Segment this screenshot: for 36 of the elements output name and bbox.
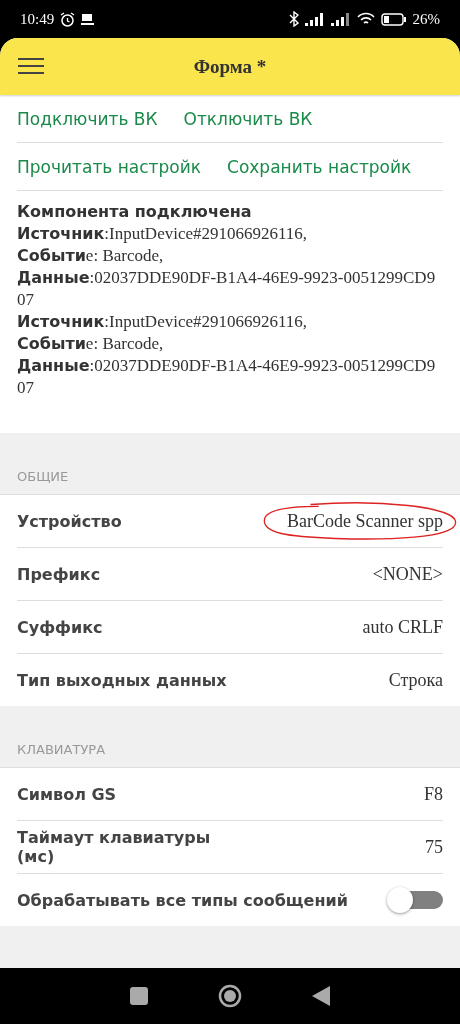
- battery-percent: 26%: [412, 10, 440, 28]
- back-icon[interactable]: [312, 986, 330, 1006]
- setting-label: Тип выходных данных: [17, 669, 227, 692]
- setting-label: Устройство: [17, 510, 122, 533]
- log-line: Компонента подключена: [17, 201, 253, 223]
- action-link[interactable]: Подключить ВК: [17, 108, 158, 129]
- setting-value[interactable]: BarCode Scanner spp: [287, 510, 443, 532]
- setting-value[interactable]: 75: [425, 836, 443, 858]
- action-link[interactable]: Сохранить настройк: [227, 156, 412, 177]
- setting-label: Обрабатывать все типы сообщений: [17, 889, 348, 912]
- bluetooth-icon: [288, 11, 299, 27]
- setting-value[interactable]: Строка: [388, 669, 443, 691]
- log-line: Источник:InputDevice#291066926116,: [17, 311, 309, 333]
- setting-value[interactable]: <NONE>: [372, 563, 443, 585]
- setting-label: Суффикс: [17, 616, 103, 639]
- setting-value[interactable]: F8: [424, 783, 443, 805]
- log-line: Источник:InputDevice#291066926116,: [17, 223, 309, 245]
- signal-icon: [330, 12, 351, 26]
- setting-label: Таймаут клавиатуры (мс): [17, 827, 212, 868]
- setting-value[interactable]: auto CRLF: [362, 616, 443, 638]
- clock-time: 10:49: [20, 10, 55, 28]
- log-line: Событиe: Barcode,: [17, 245, 165, 267]
- screen-title: Форма *: [192, 55, 268, 78]
- action-link[interactable]: Отключить ВК: [183, 108, 313, 129]
- signal-icon: [304, 12, 325, 26]
- setting-label: Символ GS: [17, 783, 117, 806]
- alarm-icon: [60, 11, 76, 27]
- home-icon[interactable]: [218, 984, 242, 1008]
- wifi-icon: [356, 12, 375, 26]
- log-line: Данные:02037DDE90DF-B1A4-46E9-9923-0051299CD907: [17, 267, 437, 311]
- setting-label: Префикс: [17, 563, 101, 586]
- battery-icon: [380, 12, 407, 26]
- log-line: Событиe: Barcode,: [17, 333, 165, 355]
- action-link[interactable]: Прочитать настройк: [17, 156, 201, 177]
- toggle-switch[interactable]: [387, 887, 443, 913]
- log-line: Данные:02037DDE90DF-B1A4-46E9-9923-0051299CD907: [17, 355, 437, 399]
